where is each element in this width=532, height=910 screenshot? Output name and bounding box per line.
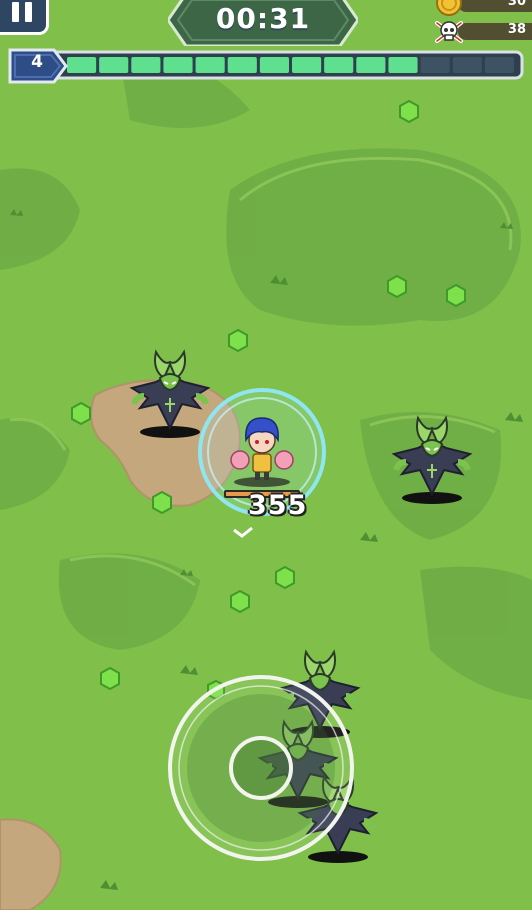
level-number: 4 [31,52,43,72]
xp-segment [356,57,386,73]
damage-number: 355 [248,490,308,521]
green-gem-icon [275,565,295,590]
xp-segment [99,57,129,73]
joystick-knob [229,736,293,800]
green-gem-icon [228,328,248,353]
kill-count: 38 [507,22,526,37]
xp-bar: 4 [6,42,526,88]
skull-crossbones-icon [435,21,463,43]
xp-segment [484,57,514,73]
xp-segment [452,57,482,73]
xp-segment [259,57,289,73]
xp-segment [163,57,193,73]
coin-icon [436,0,462,16]
xp-segment [388,57,418,73]
xp-segment [292,57,322,73]
green-gem-icon [71,401,91,426]
green-gem-icon [230,589,250,614]
coin-counter: 30 [436,0,532,16]
timer-text: 00:31 [215,2,311,35]
coin-count: 30 [507,0,526,9]
green-gem-icon [446,283,466,308]
kill-counter: 38 [435,20,532,43]
xp-segment [195,57,225,73]
xp-bar-frame [44,50,524,80]
green-gem-icon [100,666,120,691]
level-badge: 4 [6,48,68,84]
timer: 00:31 [166,0,360,48]
green-gem-icon [152,490,172,515]
xp-segment [324,57,354,73]
xp-segment [420,57,450,73]
green-gem-icon [399,99,419,124]
virtual-joystick[interactable] [166,673,356,863]
pause-button[interactable] [0,0,49,35]
xp-segment [67,57,97,73]
xp-segment [131,57,161,73]
xp-segment [227,57,257,73]
green-gem-icon [387,274,407,299]
